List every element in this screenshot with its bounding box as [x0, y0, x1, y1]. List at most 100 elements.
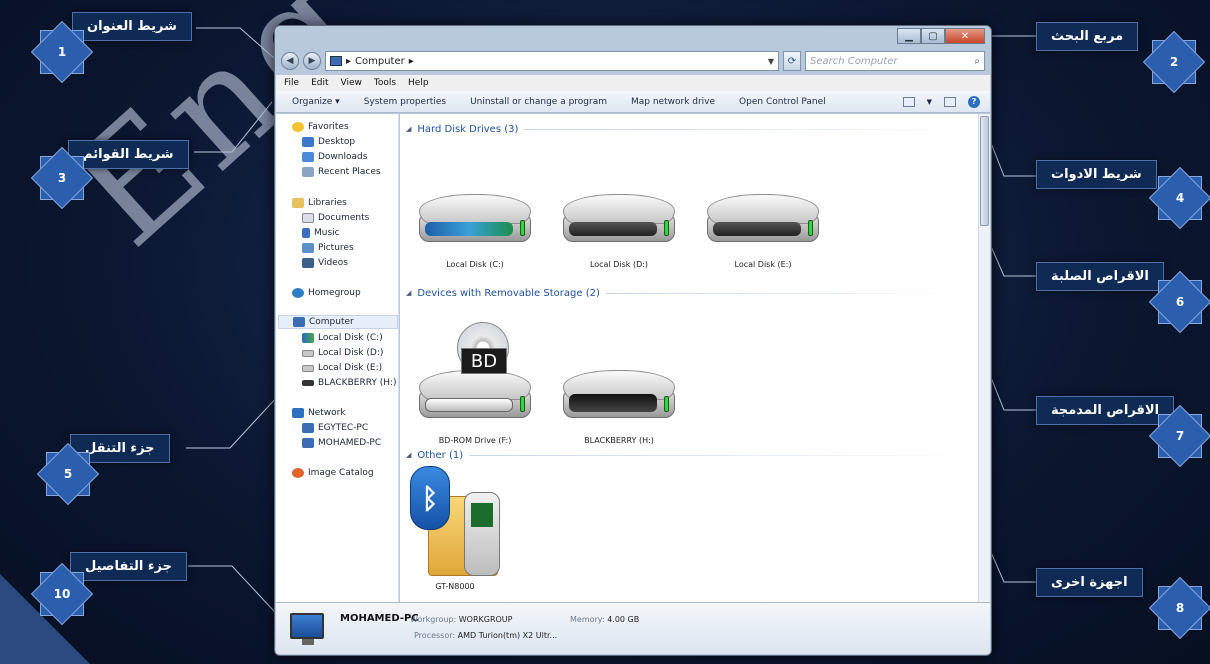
- nav-egytec-pc[interactable]: EGYTEC-PC: [302, 421, 368, 435]
- minimize-button[interactable]: ▁: [897, 28, 921, 44]
- breadcrumb-computer[interactable]: Computer: [355, 56, 405, 67]
- menu-view[interactable]: View: [341, 78, 362, 88]
- drive-blackberry[interactable]: BLACKBERRY (H:): [554, 370, 684, 445]
- nav-blackberry[interactable]: BLACKBERRY (H:): [302, 376, 397, 390]
- nav-disk-c[interactable]: Local Disk (C:): [302, 331, 383, 345]
- maximize-button[interactable]: ▢: [921, 28, 945, 44]
- collapse-icon[interactable]: ◢: [406, 289, 411, 297]
- change-view-icon[interactable]: [902, 96, 915, 107]
- scroll-thumb[interactable]: [980, 116, 989, 226]
- nav-disk-d[interactable]: Local Disk (D:): [302, 346, 383, 360]
- address-bar[interactable]: ▸ Computer ▸ ▼: [325, 51, 779, 71]
- search-icon[interactable]: ⌕: [974, 56, 980, 67]
- documents-icon: [302, 213, 314, 223]
- drive-bd-label: BD-ROM Drive (F:): [438, 436, 512, 445]
- nav-libraries[interactable]: Libraries: [292, 196, 347, 210]
- pictures-icon: [302, 243, 314, 253]
- callout-badge-1: 1: [30, 20, 94, 84]
- close-button[interactable]: ✕: [945, 28, 985, 44]
- nav-favorites[interactable]: Favorites: [292, 120, 349, 134]
- address-dropdown-icon[interactable]: ▼: [768, 57, 778, 66]
- nav-computer[interactable]: Computer: [278, 315, 398, 329]
- callout-label-10: جزء التفاصيل: [70, 552, 187, 581]
- videos-icon: [302, 258, 314, 268]
- computer-icon: [330, 56, 342, 66]
- image-catalog-icon: [292, 468, 304, 478]
- system-properties-button[interactable]: System properties: [364, 97, 446, 107]
- disk-icon: [703, 194, 823, 250]
- breadcrumb-root-arrow[interactable]: ▸: [346, 56, 351, 67]
- nav-videos[interactable]: Videos: [302, 256, 348, 270]
- callout-badge-3: 3: [30, 146, 94, 210]
- navigation-pane: Favorites Desktop Downloads Recent Place…: [276, 114, 399, 602]
- nav-music[interactable]: Music: [302, 226, 340, 240]
- details-pane: MOHAMED-PC Workgroup: WORKGROUP Memory: …: [276, 602, 990, 654]
- nav-pictures[interactable]: Pictures: [302, 241, 354, 255]
- drive-c-label: Local Disk (C:): [446, 260, 504, 269]
- menu-bar: File Edit View Tools Help: [276, 75, 990, 91]
- nav-documents[interactable]: Documents: [302, 211, 369, 225]
- music-icon: [302, 228, 310, 238]
- callout-label-7: الاقراص المدمجة: [1036, 396, 1175, 425]
- disk-icon: [302, 349, 314, 357]
- menu-file[interactable]: File: [284, 78, 299, 88]
- drive-blackberry-label: BLACKBERRY (H:): [584, 436, 654, 445]
- drive-c[interactable]: Local Disk (C:): [410, 194, 540, 269]
- refresh-button[interactable]: ⟳: [783, 51, 801, 71]
- homegroup-icon: [292, 288, 304, 298]
- preview-pane-icon[interactable]: [944, 96, 956, 107]
- nav-mohamed-pc[interactable]: MOHAMED-PC: [302, 436, 381, 450]
- drive-d[interactable]: Local Disk (D:): [554, 194, 684, 269]
- nav-downloads[interactable]: Downloads: [302, 150, 367, 164]
- drive-e-label: Local Disk (E:): [734, 260, 792, 269]
- vertical-scrollbar[interactable]: [978, 114, 990, 602]
- address-row: ◀ ▶ ▸ Computer ▸ ▼ ⟳ Search Computer ⌕: [281, 50, 985, 72]
- group-hard-disk-drives[interactable]: ◢ Hard Disk Drives (3): [406, 122, 972, 136]
- forward-button[interactable]: ▶: [303, 52, 321, 70]
- menu-tools[interactable]: Tools: [374, 78, 396, 88]
- nav-desktop[interactable]: Desktop: [302, 135, 355, 149]
- device-gt-n8000-label: GT-N8000: [435, 582, 475, 591]
- organize-button[interactable]: Organize ▾: [292, 97, 340, 107]
- disk-icon: [302, 364, 314, 372]
- details-processor: Processor: AMD Turion(tm) X2 Ultr...: [414, 631, 558, 640]
- menu-help[interactable]: Help: [408, 78, 429, 88]
- device-gt-n8000[interactable]: ᛒ GT-N8000: [400, 466, 510, 591]
- callout-badge-7: 7: [1148, 404, 1210, 468]
- breadcrumb-arrow[interactable]: ▸: [409, 56, 414, 67]
- collapse-icon[interactable]: ◢: [406, 125, 411, 133]
- group-other[interactable]: ◢ Other (1): [406, 448, 972, 462]
- nav-recent-places[interactable]: Recent Places: [302, 165, 381, 179]
- details-computer-name: MOHAMED-PC: [340, 613, 419, 624]
- bd-tag: BD: [461, 348, 507, 374]
- map-network-drive-button[interactable]: Map network drive: [631, 97, 715, 107]
- system-disk-icon: [302, 333, 314, 343]
- collapse-icon[interactable]: ◢: [406, 451, 411, 459]
- downloads-icon: [302, 152, 314, 162]
- drive-e[interactable]: Local Disk (E:): [698, 194, 828, 269]
- details-workgroup: Workgroup: WORKGROUP: [410, 615, 513, 624]
- bluetooth-phone-icon: ᛒ: [410, 466, 500, 576]
- nav-disk-e[interactable]: Local Disk (E:): [302, 361, 382, 375]
- nav-image-catalog[interactable]: Image Catalog: [292, 466, 374, 480]
- bluetooth-icon: ᛒ: [410, 466, 450, 530]
- nav-network[interactable]: Network: [292, 406, 346, 420]
- uninstall-program-button[interactable]: Uninstall or change a program: [470, 97, 607, 107]
- caption-buttons: ▁ ▢ ✕: [897, 28, 985, 44]
- drive-d-label: Local Disk (D:): [589, 260, 649, 269]
- callout-badge-6: 6: [1148, 270, 1210, 334]
- back-button[interactable]: ◀: [281, 52, 299, 70]
- help-icon[interactable]: ?: [968, 95, 980, 108]
- menu-edit[interactable]: Edit: [311, 78, 328, 88]
- callout-label-3: شريط القوائم: [68, 140, 189, 169]
- content-pane: ◢ Hard Disk Drives (3) Local Disk (C:) Lo…: [400, 114, 990, 602]
- search-box[interactable]: Search Computer ⌕: [805, 51, 985, 71]
- phone-icon: [464, 492, 500, 576]
- view-dropdown-icon[interactable]: ▼: [927, 98, 932, 106]
- drive-bd-rom[interactable]: BD BD-ROM Drive (F:): [410, 322, 540, 445]
- computer-icon: [302, 438, 314, 448]
- nav-homegroup[interactable]: Homegroup: [292, 286, 361, 300]
- star-icon: [292, 122, 304, 132]
- open-control-panel-button[interactable]: Open Control Panel: [739, 97, 826, 107]
- group-removable-storage[interactable]: ◢ Devices with Removable Storage (2): [406, 286, 972, 300]
